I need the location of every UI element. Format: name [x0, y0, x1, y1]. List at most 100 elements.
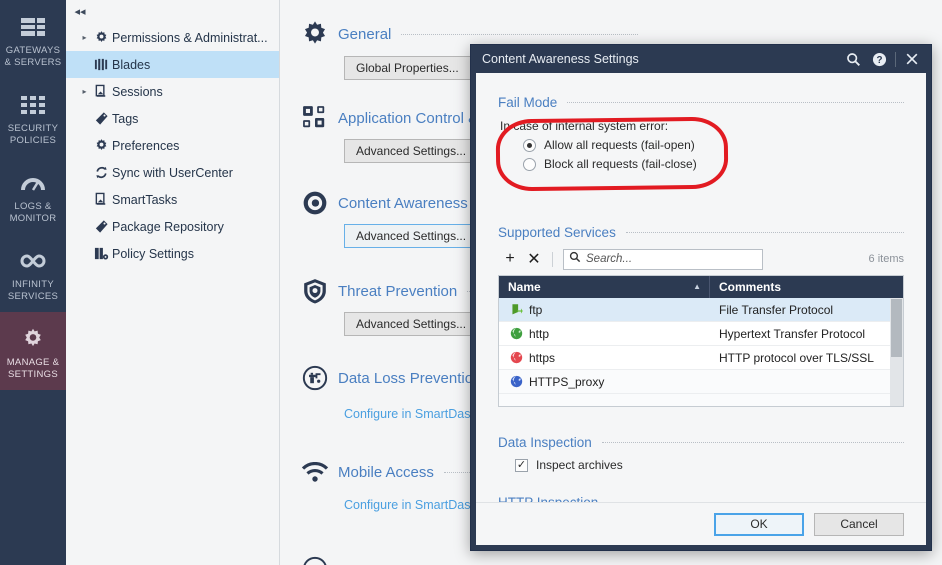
services-table: Name ▲ Comments ftp File Transfer Protoc… — [498, 275, 904, 407]
blade-title: General — [338, 25, 392, 43]
dialog-titlebar: Content Awareness Settings ? — [471, 45, 931, 73]
remove-service-button[interactable]: ✕ — [522, 248, 546, 270]
tree-item-permissions-administration[interactable]: ▸ Permissions & Administrat... — [66, 24, 279, 51]
faucet-icon — [298, 365, 332, 391]
partial-blade-icon — [298, 556, 332, 565]
radio-selected-icon[interactable] — [523, 138, 536, 152]
tag-icon — [90, 111, 112, 126]
tree-item-smarttasks[interactable]: ▸ SmartTasks — [66, 186, 279, 213]
radio-unselected-icon[interactable] — [523, 157, 536, 171]
radio-block-all-requests[interactable]: Block all requests (fail-close) — [523, 157, 904, 171]
ftp-icon — [506, 303, 526, 316]
session-icon — [90, 192, 112, 207]
table-header-row: Name ▲ Comments — [499, 276, 903, 298]
table-row[interactable]: ftp File Transfer Protocol — [499, 298, 903, 322]
gear-icon — [90, 138, 112, 153]
rail-item-logs-monitor[interactable]: LOGS & MONITOR — [0, 156, 66, 234]
tree-item-sync-with-usercenter[interactable]: ▸ Sync with UserCenter — [66, 159, 279, 186]
dialog-body: Fail Mode In case of internal system err… — [476, 73, 926, 545]
section-header: Data Inspection — [498, 435, 904, 450]
rail-item-infinity-services[interactable]: INFINITY SERVICES — [0, 234, 66, 312]
content-awareness-settings-dialog: Content Awareness Settings ? Fail Mode I… — [470, 44, 932, 551]
checkbox-inspect-archives[interactable]: ✓ Inspect archives — [515, 458, 904, 472]
threat-prevention-advanced-settings-button[interactable]: Advanced Settings... — [344, 312, 479, 336]
globe-icon — [506, 375, 526, 388]
tree-item-blades[interactable]: ▸ Blades — [66, 51, 279, 78]
radio-label: Allow all requests (fail-open) — [544, 138, 695, 152]
chevron-right-icon[interactable]: ▸ — [79, 33, 90, 42]
scrollbar-thumb[interactable] — [891, 299, 902, 357]
settings-tree-panel: ◂◂ ▸ Permissions & Administrat... ▸ Blad… — [66, 0, 280, 565]
table-scrollbar[interactable] — [890, 298, 903, 406]
rail-item-gateways-servers[interactable]: GATEWAYS & SERVERS — [0, 0, 66, 78]
table-row[interactable]: http Hypertext Transfer Protocol — [499, 322, 903, 346]
globe-icon — [506, 327, 526, 340]
sort-ascending-icon: ▲ — [693, 282, 701, 291]
rail-label: MANAGE & SETTINGS — [6, 357, 60, 380]
content-awareness-advanced-settings-button[interactable]: Advanced Settings... — [344, 224, 479, 248]
tree-item-preferences[interactable]: ▸ Preferences — [66, 132, 279, 159]
tree-item-sessions[interactable]: ▸ Sessions — [66, 78, 279, 105]
app-control-advanced-settings-button[interactable]: Advanced Settings... — [344, 139, 479, 163]
tree-item-tags[interactable]: ▸ Tags — [66, 105, 279, 132]
global-properties-button[interactable]: Global Properties... — [344, 56, 471, 80]
section-title: Data Inspection — [498, 435, 592, 450]
blade-title: Data Loss Prevention — [338, 369, 482, 387]
chevron-right-icon[interactable]: ▸ — [79, 87, 90, 96]
cell-comment: HTTP protocol over TLS/SSL — [719, 350, 874, 365]
tag-icon — [90, 219, 112, 234]
divider-dots — [401, 33, 638, 35]
tree-item-label: Package Repository — [112, 219, 224, 234]
table-row[interactable]: https HTTP protocol over TLS/SSL — [499, 346, 903, 370]
collapse-panel-icon[interactable]: ◂◂ — [71, 4, 89, 20]
rail-item-manage-settings[interactable]: MANAGE & SETTINGS — [0, 312, 66, 390]
add-service-button[interactable]: + — [498, 248, 522, 270]
search-input[interactable]: Search... — [563, 248, 763, 270]
cell-text: http — [529, 326, 550, 341]
tree-item-label: Blades — [112, 57, 151, 72]
column-header-name[interactable]: Name ▲ — [499, 276, 710, 298]
infinity-icon — [19, 248, 47, 274]
blade-title: Threat Prevention — [338, 282, 458, 300]
cell-name: HTTPS_proxy — [499, 375, 710, 389]
blade-title: Application Control & — [338, 109, 479, 127]
tree-item-package-repository[interactable]: ▸ Package Repository — [66, 213, 279, 240]
section-header: Fail Mode — [498, 95, 904, 110]
column-header-label: Comments — [719, 280, 782, 294]
tree-item-policy-settings[interactable]: ▸ Policy Settings — [66, 240, 279, 267]
tree-item-label: Policy Settings — [112, 246, 194, 261]
cell-text: ftp — [529, 302, 543, 317]
table-empty-space — [499, 394, 903, 406]
dialog-footer: OK Cancel — [476, 502, 926, 545]
close-icon[interactable] — [899, 47, 925, 71]
supported-services-section: Supported Services + ✕ Search... 6 items… — [498, 225, 904, 407]
tree-item-label: Preferences — [112, 138, 180, 153]
policy-icon — [90, 246, 112, 261]
cancel-button[interactable]: Cancel — [814, 512, 904, 536]
checkbox-checked-icon[interactable]: ✓ — [515, 458, 528, 472]
search-icon[interactable] — [840, 47, 866, 71]
rail-label: GATEWAYS & SERVERS — [4, 45, 62, 68]
rail-label: INFINITY SERVICES — [7, 279, 59, 302]
divider-dots — [625, 232, 904, 233]
blade-section-next-partial — [298, 556, 332, 565]
cell-comment: Hypertext Transfer Protocol — [719, 326, 866, 341]
cell-comment: File Transfer Protocol — [719, 302, 834, 317]
section-title: Fail Mode — [498, 95, 558, 110]
tree-item-label: SmartTasks — [112, 192, 178, 207]
apps-icon — [298, 105, 332, 131]
radio-allow-all-requests[interactable]: Allow all requests (fail-open) — [523, 138, 904, 152]
servers-icon — [20, 14, 46, 40]
table-row[interactable]: HTTPS_proxy — [499, 370, 903, 394]
blade-title: Content Awareness — [338, 194, 468, 212]
help-icon[interactable]: ? — [866, 47, 892, 71]
rail-spacer — [0, 390, 66, 565]
gear-icon — [298, 20, 332, 48]
globe-icon — [506, 351, 526, 364]
column-header-comments[interactable]: Comments — [710, 276, 903, 298]
rail-label: LOGS & MONITOR — [9, 201, 57, 224]
rail-item-security-policies[interactable]: SECURITY POLICIES — [0, 78, 66, 156]
blade-title: Mobile Access — [338, 463, 434, 481]
ok-button[interactable]: OK — [714, 512, 804, 536]
eye-icon — [298, 190, 332, 216]
